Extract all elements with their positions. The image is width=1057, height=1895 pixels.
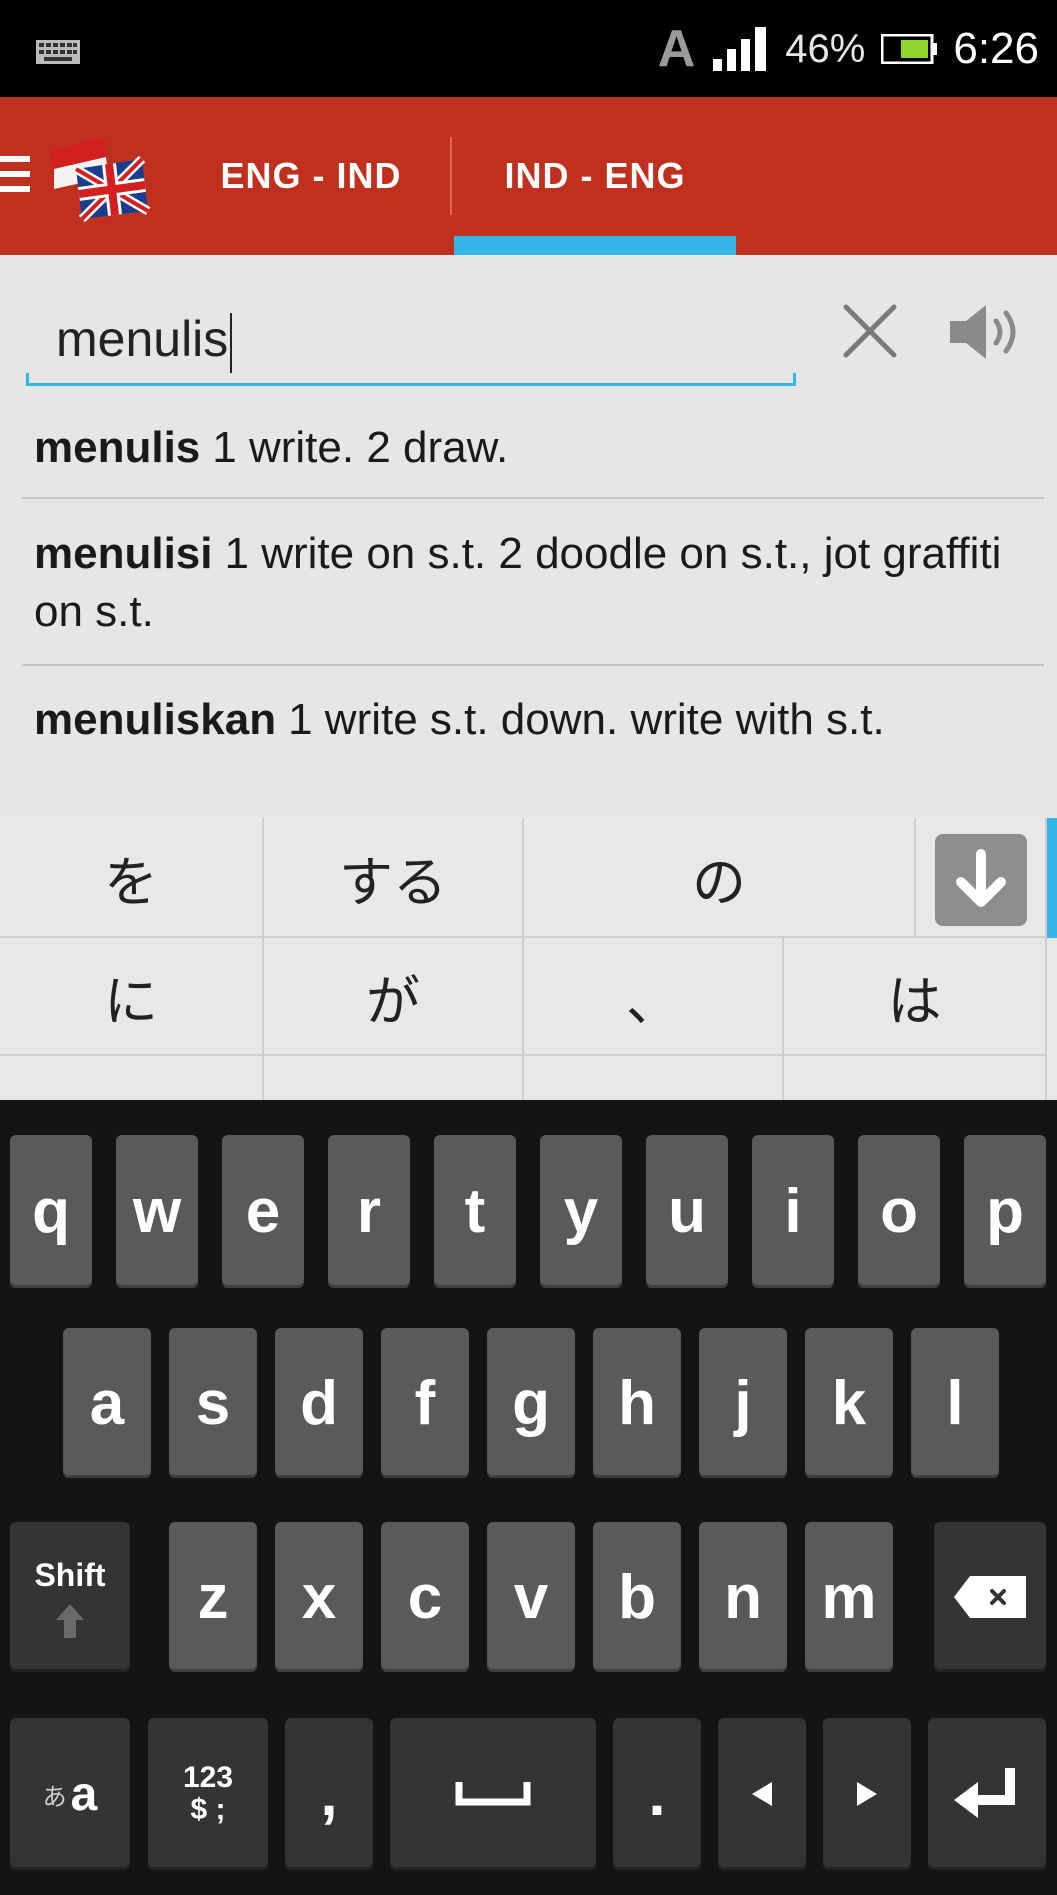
battery-percent: 46% — [785, 26, 866, 71]
search-underline — [26, 373, 796, 386]
key-u[interactable]: u — [646, 1135, 728, 1288]
keyboard-icon — [36, 40, 80, 64]
clear-icon[interactable] — [840, 301, 900, 361]
arrow-right-icon — [857, 1782, 877, 1806]
key-t[interactable]: t — [434, 1135, 516, 1288]
result-definition: 1 write. 2 draw. — [212, 423, 509, 472]
numbers-label-top: 123 — [182, 1761, 234, 1794]
key-n[interactable]: n — [699, 1522, 787, 1672]
key-m[interactable]: m — [805, 1522, 893, 1672]
key-e[interactable]: e — [222, 1135, 304, 1288]
backspace-icon — [954, 1576, 1026, 1618]
key-l[interactable]: l — [911, 1328, 999, 1478]
key-r[interactable]: r — [328, 1135, 410, 1288]
key-g[interactable]: g — [487, 1328, 575, 1478]
divider — [22, 497, 1044, 499]
key-s[interactable]: s — [169, 1328, 257, 1478]
ime-candidate-panel: を する の に が 、 は — [0, 818, 1057, 1100]
arrow-left-icon — [752, 1782, 772, 1806]
numbers-label-bottom: $ ; — [190, 1793, 226, 1826]
candidate[interactable]: の — [524, 818, 916, 938]
key-a[interactable]: a — [63, 1328, 151, 1478]
speaker-icon[interactable] — [944, 299, 1030, 365]
space-bar-icon — [455, 1782, 531, 1806]
cursor-left-key[interactable] — [718, 1718, 806, 1870]
a-icon: A — [657, 20, 696, 78]
key-f[interactable]: f — [381, 1328, 469, 1478]
candidate[interactable]: 、 — [524, 938, 784, 1056]
key-h[interactable]: h — [593, 1328, 681, 1478]
candidate[interactable]: する — [264, 818, 524, 938]
result-word: menulis — [34, 423, 201, 472]
result-definition: 1 write s.t. down. write with s.t. — [288, 695, 885, 744]
space-key[interactable] — [390, 1718, 596, 1870]
key-w[interactable]: w — [116, 1135, 198, 1288]
tab-divider — [450, 137, 452, 215]
key-j[interactable]: j — [699, 1328, 787, 1478]
status-bar: A 46% 6:26 — [0, 0, 1057, 97]
enter-key[interactable] — [928, 1718, 1046, 1870]
enter-icon — [954, 1768, 1015, 1818]
selected-tab-indicator — [454, 236, 736, 255]
cursor-right-key[interactable] — [823, 1718, 911, 1870]
action-bar: ENG - IND IND - ENG — [0, 97, 1057, 255]
result-item[interactable]: menulisi 1 write on s.t. 2 doodle on s.t.… — [34, 525, 1034, 641]
signal-icon — [713, 27, 767, 71]
key-x[interactable]: x — [275, 1522, 363, 1672]
arrow-down-icon[interactable] — [935, 834, 1027, 926]
tab-eng-ind[interactable]: ENG - IND — [196, 97, 426, 255]
key-k[interactable]: k — [805, 1328, 893, 1478]
dictionary-content: menulis menulis 1 write. 2 draw. menulisi… — [0, 255, 1057, 818]
soft-keyboard: q w e r t y u i o p a s d f g h j k l Sh… — [0, 1100, 1057, 1895]
clock: 6:26 — [953, 24, 1039, 73]
menu-icon[interactable] — [0, 154, 34, 194]
language-small-label: あ — [42, 1782, 67, 1811]
tab-ind-eng[interactable]: IND - ENG — [454, 97, 736, 255]
key-z[interactable]: z — [169, 1522, 257, 1672]
key-p[interactable]: p — [964, 1135, 1046, 1288]
battery-icon — [881, 34, 938, 64]
search-input-value: menulis — [56, 311, 229, 367]
candidate[interactable]: に — [0, 938, 264, 1056]
flags-logo-icon[interactable] — [46, 129, 154, 225]
key-d[interactable]: d — [275, 1328, 363, 1478]
key-q[interactable]: q — [10, 1135, 92, 1288]
language-label: a — [70, 1767, 98, 1821]
key-v[interactable]: v — [487, 1522, 575, 1672]
key-b[interactable]: b — [593, 1522, 681, 1672]
result-item[interactable]: menuliskan 1 write s.t. down. write with … — [34, 691, 1034, 749]
result-item[interactable]: menulis 1 write. 2 draw. — [34, 419, 1034, 477]
result-word: menulisi — [34, 529, 213, 578]
candidate[interactable] — [264, 1056, 524, 1100]
shift-arrow-icon — [56, 1603, 84, 1638]
shift-label: Shift — [34, 1556, 106, 1593]
candidate[interactable]: を — [0, 818, 264, 938]
candidate[interactable] — [784, 1056, 1047, 1100]
shift-key[interactable]: Shift — [10, 1522, 130, 1672]
divider — [22, 664, 1044, 666]
backspace-key[interactable] — [934, 1522, 1046, 1672]
key-c[interactable]: c — [381, 1522, 469, 1672]
language-key[interactable]: あa — [10, 1718, 130, 1870]
text-cursor — [230, 312, 233, 373]
period-key[interactable]: . — [613, 1718, 701, 1870]
numbers-key[interactable]: 123 $ ; — [148, 1718, 268, 1870]
candidate[interactable] — [0, 1056, 264, 1100]
candidate[interactable] — [524, 1056, 784, 1100]
candidate[interactable]: が — [264, 938, 524, 1056]
candidate[interactable]: は — [784, 938, 1047, 1056]
candidate-scrollbar[interactable] — [1047, 818, 1057, 938]
result-word: menuliskan — [34, 695, 277, 744]
key-i[interactable]: i — [752, 1135, 834, 1288]
key-o[interactable]: o — [858, 1135, 940, 1288]
comma-key[interactable]: , — [285, 1718, 373, 1870]
key-y[interactable]: y — [540, 1135, 622, 1288]
search-input[interactable]: menulis — [56, 303, 756, 375]
